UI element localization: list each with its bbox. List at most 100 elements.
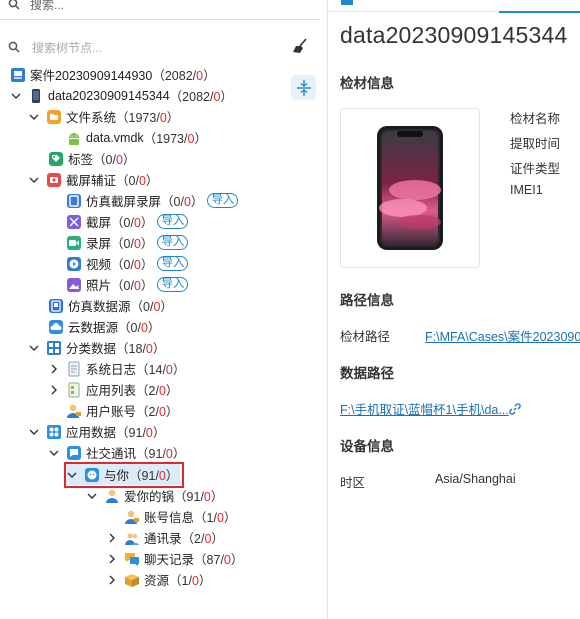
chevron-right-icon[interactable] xyxy=(48,363,60,375)
tree-node-label: 视频 xyxy=(86,258,112,272)
tree-node-recording[interactable]: 录屏 （0/0） 导入 xyxy=(66,232,189,253)
tree-node-label: 资源 xyxy=(144,574,170,588)
grid-icon xyxy=(46,340,62,356)
log-icon xyxy=(66,361,82,377)
apps-icon xyxy=(46,424,62,440)
folder-icon xyxy=(46,109,62,125)
import-button[interactable]: 导入 xyxy=(157,256,189,271)
chevron-down-icon[interactable] xyxy=(28,342,40,354)
tree-node-sim-screen[interactable]: 仿真截屏录屏 （0/0） 导入 xyxy=(66,190,239,211)
section-data-path: 数据路径 xyxy=(340,366,394,381)
chevron-down-icon[interactable] xyxy=(28,426,40,438)
chevron-right-icon[interactable] xyxy=(48,384,60,396)
tree-node-user-accounts[interactable]: 用户账号 （2/0） xyxy=(66,400,178,421)
play-icon xyxy=(66,256,82,272)
tree-node-tags[interactable]: 标签 （0/0） xyxy=(48,148,135,169)
tree-panel: 搜索... 搜索树节点... 案件20230909144930 （2082/0）… xyxy=(0,0,328,619)
tree-node-screenshots[interactable]: 截屏辅证 （0/0） xyxy=(28,169,158,190)
video-camera-icon xyxy=(66,235,82,251)
tree-node-label: 社交通讯 xyxy=(86,447,137,461)
import-button[interactable]: 导入 xyxy=(157,277,189,292)
tag-icon xyxy=(48,151,64,167)
tree-node-appdata[interactable]: 应用数据 （91/0） xyxy=(28,421,165,442)
broom-icon[interactable] xyxy=(292,38,308,54)
contacts-icon xyxy=(124,530,140,546)
chevron-down-icon[interactable] xyxy=(86,490,98,502)
tree-node-cloud-datasource[interactable]: 云数据源 （0/0） xyxy=(48,316,160,337)
sim-screen-icon xyxy=(66,193,82,209)
tree-search-bar[interactable]: 搜索树节点... xyxy=(0,36,320,58)
tree-node-label: 通讯录 xyxy=(144,532,182,546)
tree-node-label: 仿真截屏录屏 xyxy=(86,195,162,209)
tree-node-label: 云数据源 xyxy=(68,321,119,335)
camera-icon xyxy=(46,172,62,188)
box-icon xyxy=(124,572,140,588)
section-material-info: 检材信息 xyxy=(340,76,394,91)
collapse-icon xyxy=(296,79,311,96)
tree-search-input[interactable]: 搜索树节点... xyxy=(32,39,102,56)
tree-node-video[interactable]: 视频 （0/0） 导入 xyxy=(66,253,189,274)
cloud-icon xyxy=(48,319,64,335)
tree-node-resources[interactable]: 资源 （1/0） xyxy=(106,569,211,590)
user-account-icon xyxy=(66,403,82,419)
tab-indicator[interactable] xyxy=(341,0,353,5)
data-path-text[interactable]: F:\手机取证\蓝帽杯1\手机\da... xyxy=(340,399,509,418)
top-search-bar[interactable]: 搜索... xyxy=(0,0,320,20)
data-path-link[interactable]: F:\手机取证\蓝帽杯1\手机\da... xyxy=(340,399,521,418)
import-button[interactable]: 导入 xyxy=(157,214,189,229)
tree-node-photos[interactable]: 照片 （0/0） 导入 xyxy=(66,274,189,295)
chevron-down-icon[interactable] xyxy=(48,447,60,459)
tree-node-sim-datasource[interactable]: 仿真数据源 （0/0） xyxy=(48,295,173,316)
tree-node-social[interactable]: 社交通讯 （91/0） xyxy=(48,442,185,463)
tree-node-label: 文件系统 xyxy=(66,111,117,125)
chevron-down-icon[interactable] xyxy=(28,174,40,186)
tree-node-label: data20230909145344 xyxy=(48,88,170,103)
tree-node-applist[interactable]: 应用列表 （2/0） xyxy=(48,379,178,400)
tree-node-label: 用户账号 xyxy=(86,405,137,419)
tree-node-label: 爱你的锅 xyxy=(124,490,175,504)
tree-node-label: 应用数据 xyxy=(66,426,117,440)
tree-node-account-info[interactable]: 账号信息 （1/0） xyxy=(124,506,236,527)
tree-node-contacts[interactable]: 通讯录 （2/0） xyxy=(106,527,224,548)
timezone-value: Asia/Shanghai xyxy=(435,472,516,486)
import-button[interactable]: 导入 xyxy=(207,193,239,208)
tree-node-chat-records[interactable]: 聊天记录 （87/0） xyxy=(106,548,243,569)
chevron-down-icon[interactable] xyxy=(28,111,40,123)
tree-node-syslog[interactable]: 系统日志 （14/0） xyxy=(48,358,185,379)
path-label: 检材路径 xyxy=(340,330,391,344)
tree-node-case[interactable]: 案件20230909144930 （2082/0） xyxy=(10,64,216,85)
android-icon xyxy=(66,130,82,146)
tree-node-label: 应用列表 xyxy=(86,384,137,398)
search-icon xyxy=(8,0,20,10)
top-search-input[interactable]: 搜索... xyxy=(30,0,64,13)
chat-bubble-icon xyxy=(66,445,82,461)
chevron-right-icon[interactable] xyxy=(106,553,118,565)
tree-node-screenshot[interactable]: 截屏 （0/0） 导入 xyxy=(66,211,189,232)
import-button[interactable]: 导入 xyxy=(157,235,189,250)
tree-node-user[interactable]: 爱你的锅 （91/0） xyxy=(86,485,223,506)
tab-active-underline xyxy=(499,11,580,13)
photo-icon xyxy=(66,277,82,293)
tree-node-device[interactable]: data20230909145344 （2082/0） xyxy=(10,85,233,106)
phone-image xyxy=(377,126,443,250)
tree-node-vmdk[interactable]: data.vmdk （1973/0） xyxy=(66,127,207,148)
tree-node-filesystem[interactable]: 文件系统 （1973/0） xyxy=(28,106,179,127)
collapse-all-button[interactable] xyxy=(291,75,316,100)
chevron-right-icon[interactable] xyxy=(106,574,118,586)
tree-node-label: 仿真数据源 xyxy=(68,300,131,314)
material-path-link[interactable]: F:\MFA\Cases\案件2023090 xyxy=(425,326,580,345)
chevron-right-icon[interactable] xyxy=(106,532,118,544)
chevron-down-icon[interactable] xyxy=(10,90,22,102)
user-icon xyxy=(104,488,120,504)
page-title: data20230909145344 xyxy=(340,22,568,48)
section-device-info: 设备信息 xyxy=(340,439,394,454)
tree-node-label: 截屏辅证 xyxy=(66,174,117,188)
section-path-info: 路径信息 xyxy=(340,293,394,308)
tree-node-classified[interactable]: 分类数据 （18/0） xyxy=(28,337,165,358)
tree-node-label: 聊天记录 xyxy=(144,553,195,567)
link-icon[interactable] xyxy=(509,402,521,415)
field-extract-time: 提取时间 xyxy=(510,137,561,151)
tree-node-label: 案件20230909144930 xyxy=(30,69,153,83)
tree-node-label: 分类数据 xyxy=(66,342,117,356)
field-id-type: 证件类型 xyxy=(510,162,561,176)
